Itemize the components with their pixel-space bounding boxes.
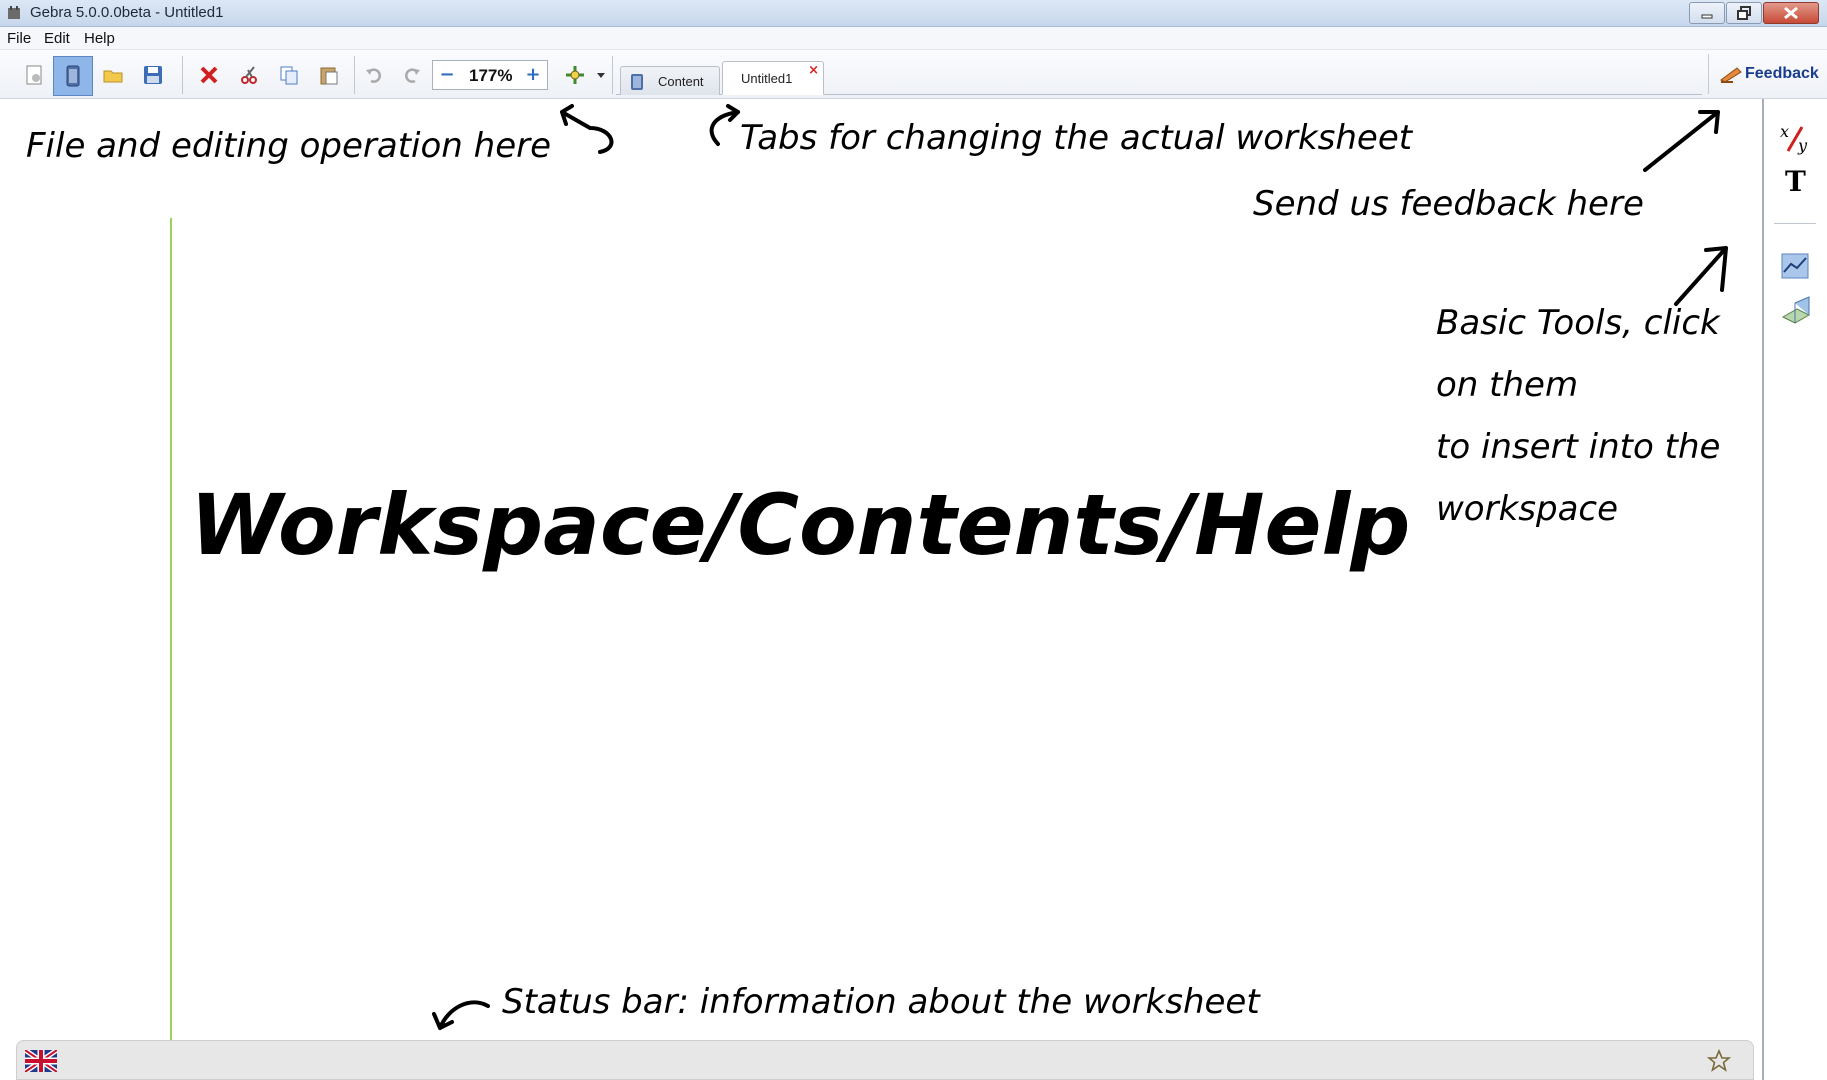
worksheet-tabs: Content Untitled1 × [616,56,1702,95]
star-icon[interactable] [1707,1049,1731,1073]
minimize-button[interactable] [1689,2,1725,24]
zoom-level: 177% [469,66,513,85]
zoom-out-button[interactable]: − [437,64,457,85]
undo-icon [366,68,381,83]
worksheet-icon [66,65,80,87]
copy-icon [280,66,298,85]
close-window-button[interactable] [1763,2,1819,24]
feedback-label: Feedback [1745,65,1819,82]
annotation-workspace: Workspace/Contents/Help [190,476,1411,574]
svg-text:x: x [1780,122,1789,141]
toolbar-separator [354,56,355,94]
scissors-icon [241,66,257,84]
folder-icon [103,70,123,83]
zoom-control: − 177% + [432,60,548,90]
redo-icon [405,68,420,83]
fraction-tool-button[interactable]: xy [1778,121,1812,155]
svg-text:T: T [1785,165,1806,197]
feedback-button[interactable]: Feedback [1708,54,1827,94]
minimize-icon [1701,14,1713,19]
close-icon [1784,6,1798,20]
toolbar: − 177% + Content Untitled1 × Feedback [0,50,1827,99]
title-bar: Gebra 5.0.0.0beta - Untitled1 [0,0,1827,27]
annotation-tools: Basic Tools, click on them to insert int… [1436,292,1720,540]
tools-sidebar: xy T [1762,99,1827,1080]
menu-file[interactable]: File [7,30,31,47]
menu-edit[interactable]: Edit [44,30,70,47]
annotation-tools-line: to insert into the [1436,427,1721,467]
sidebar-separator [1774,223,1816,224]
window-title: Gebra 5.0.0.0beta - Untitled1 [30,4,224,21]
move-tool-button[interactable] [561,60,607,90]
cut-button[interactable] [234,60,264,90]
copy-button[interactable] [274,60,304,90]
worksheet-icon [631,74,643,90]
restore-button[interactable] [1726,2,1762,24]
tab-label: Content [658,74,704,89]
annotation-tabs: Tabs for changing the actual worksheet [740,118,1413,158]
annotation-feedback: Send us feedback here [1253,184,1644,224]
tab-content[interactable]: Content [620,66,720,95]
annotation-status: Status bar: information about the worksh… [502,982,1260,1022]
uk-flag-icon[interactable] [25,1050,57,1072]
app-icon [8,6,20,19]
graph-tool-button[interactable] [1778,249,1812,283]
annotation-tools-line: on them [1436,365,1579,405]
fraction-icon: xy [1780,122,1808,155]
save-button[interactable] [138,60,168,90]
zoom-in-button[interactable]: + [523,64,543,85]
svg-text:y: y [1797,136,1808,155]
text-icon: T [1785,165,1806,197]
delete-icon [200,66,218,84]
3d-plot-tool-button[interactable] [1778,293,1812,327]
paste-button[interactable] [314,60,344,90]
new-file-button[interactable] [19,60,49,90]
worksheet-margin-line [170,218,172,1040]
undo-button[interactable] [359,60,389,90]
toolbar-separator [182,56,183,94]
save-icon [144,66,162,84]
tab-label: Untitled1 [741,71,793,86]
redo-button[interactable] [397,60,427,90]
status-bar [16,1040,1754,1080]
move-arrows-icon [566,66,605,84]
feedback-pen-icon [1720,67,1742,83]
paste-icon [320,67,338,85]
menu-help[interactable]: Help [84,30,115,47]
3d-plot-icon [1781,296,1811,324]
menu-bar: File Edit Help [0,27,1827,50]
new-file-icon [26,65,42,85]
window-controls [1688,2,1819,24]
annotation-tools-line: workspace [1436,489,1619,529]
annotation-tools-line: Basic Tools, click [1436,303,1720,343]
text-tool-button[interactable]: T [1778,163,1812,197]
restore-icon [1737,6,1751,20]
open-folder-button[interactable] [98,60,128,90]
toolbar-separator [612,56,613,94]
delete-button[interactable] [194,60,224,90]
annotation-file-ops: File and editing operation here [26,126,552,166]
tab-close-icon[interactable]: × [808,63,819,78]
worksheet-button[interactable] [53,56,93,96]
tab-untitled1[interactable]: Untitled1 × [722,61,824,95]
graph-icon [1781,253,1809,279]
